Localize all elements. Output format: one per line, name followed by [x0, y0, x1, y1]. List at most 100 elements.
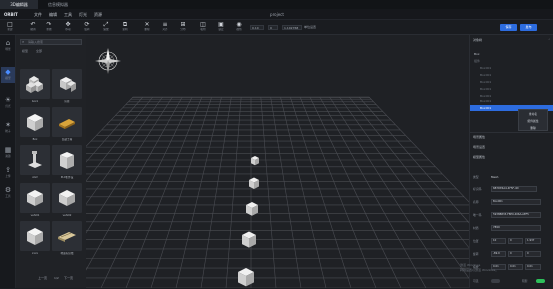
3d-viewport[interactable]	[0, 35, 552, 289]
scene-icon: ⌂	[5, 39, 11, 47]
app-logo: ORBIT	[4, 12, 18, 17]
scene-props-section[interactable]: 场景属性	[473, 135, 485, 140]
context-rename[interactable]: 重命名	[519, 112, 547, 116]
windows-watermark-line1: 激活 Windows	[460, 263, 481, 267]
wall-thumbnail	[59, 119, 75, 129]
house-thumbnail	[60, 77, 76, 92]
asset-card[interactable]: AGV	[20, 145, 50, 181]
move-button[interactable]: ✥ 移动	[61, 21, 75, 34]
offset-field[interactable]: 0	[268, 25, 278, 30]
asset-card[interactable]: Box	[20, 107, 50, 143]
strip-scene[interactable]: ⌂ 场景	[1, 38, 15, 54]
pos-z-field[interactable]: 1.937	[525, 238, 541, 244]
tree-item[interactable]: Box001	[480, 94, 491, 98]
plc-cabinet-thumbnail	[60, 152, 74, 169]
distribute-button[interactable]: ⊞ 分布	[176, 21, 190, 34]
rot-x-field[interactable]: -89.9	[491, 251, 506, 257]
box-thumbnail	[27, 228, 43, 245]
visible-toggle[interactable]	[491, 279, 500, 283]
strip-lights[interactable]: ☀ 灯光	[1, 95, 15, 111]
strip-particles[interactable]: ✶ 粒子	[1, 120, 15, 136]
menu-lights[interactable]: 灯光	[79, 11, 87, 18]
redo-button[interactable]: ↷ 重做	[42, 21, 56, 34]
menu-tools[interactable]: 工具	[64, 11, 72, 18]
new-button[interactable]: □ 新建	[3, 21, 17, 34]
rot-y-field[interactable]: 0	[508, 251, 523, 257]
align-icon: ≡	[162, 21, 168, 28]
scene-box	[238, 268, 254, 287]
strip-tools[interactable]: ⚙ 工具	[1, 185, 15, 201]
resource-icon: ▦	[4, 146, 12, 154]
guid-field[interactable]: 5938B833-F8E9-406A-AEF5	[491, 212, 541, 218]
material-select[interactable]: 7899	[491, 225, 541, 231]
align-button[interactable]: ≡ 对齐	[158, 21, 172, 34]
next-page-button[interactable]: 下一页	[64, 276, 73, 281]
asset-card[interactable]: 地面标识线	[52, 221, 82, 257]
uuid-field[interactable]: 6B7DE4A4-4F5F-4D	[491, 186, 537, 192]
menu-file[interactable]: 文件	[34, 11, 42, 18]
menu-bar: ORBIT 文件 编辑 工具 灯光 资源 project	[0, 9, 553, 20]
rot-z-field[interactable]: 0	[525, 251, 541, 257]
prop-guid-row: 唯一码 5938B833-F8E9-406A-AEF5	[470, 211, 553, 219]
menu-edit[interactable]: 编辑	[49, 11, 57, 18]
lock-icon: ▣	[218, 21, 224, 28]
subtab-model[interactable]: 模型	[22, 49, 28, 53]
scale-y-field[interactable]: 0.01	[508, 264, 523, 270]
asset-card[interactable]: 混凝土墙	[52, 107, 82, 143]
asset-card[interactable]: vehi01	[20, 183, 50, 219]
rotate-button[interactable]: ⟳ 旋转	[80, 21, 94, 34]
scene-boxes	[238, 156, 259, 287]
snap-button[interactable]: ◫ 吸附	[196, 21, 210, 34]
scene-settings-section[interactable]: 场景设置	[473, 145, 485, 150]
view-button[interactable]: ◉ 视角	[232, 21, 246, 34]
strip-resources[interactable]: ▦ 资源	[1, 145, 15, 161]
name-field[interactable]: Box001	[491, 199, 541, 205]
strip-model[interactable]: ◆ 模型	[1, 67, 15, 83]
distribute-icon: ⊞	[180, 21, 186, 28]
undo-icon: ↶	[30, 21, 36, 28]
tree-item[interactable]: Box001	[480, 80, 491, 84]
lock-button[interactable]: ▣ 锁定	[214, 21, 228, 34]
asset-card[interactable]: PLC柜外设	[52, 145, 82, 181]
asset-card[interactable]: vehi02	[52, 183, 82, 219]
context-component-props[interactable]: 组件属性	[519, 119, 547, 123]
pos-y-field[interactable]: 0	[508, 238, 523, 244]
gear-icon: ⚙	[4, 186, 12, 194]
asset-panel: ⌕ 请输入搜索 模型 全部 box1 房屋 Box 混凝土墙 AGV PLC柜外…	[16, 35, 86, 288]
shadow-toggle[interactable]	[536, 279, 545, 283]
chevron-up-icon[interactable]: ⌃	[548, 38, 551, 43]
grid-step-field[interactable]: 0.10	[250, 25, 264, 30]
model-props-section[interactable]: 模型属性	[473, 155, 485, 160]
tree-item[interactable]: Box001	[480, 73, 491, 77]
scale-field[interactable]: 1.102768	[282, 25, 302, 30]
pos-x-field[interactable]: 10	[491, 238, 506, 244]
tree-item[interactable]: Box001	[480, 66, 491, 70]
tree-root-item[interactable]: Box	[474, 52, 480, 56]
left-icon-strip: ⌂ 场景 ◆ 模型 ☀ 灯光 ✶ 粒子 ▦ 资源 ⇪ 上传 ⚙ 工具	[0, 35, 16, 288]
tree-item[interactable]: Box001	[480, 99, 491, 103]
tree-group-item[interactable]: 组件	[474, 59, 480, 63]
asset-search-input[interactable]: ⌕ 请输入搜索	[20, 39, 82, 45]
tree-item[interactable]: Box001	[480, 87, 491, 91]
context-delete[interactable]: 删除	[519, 126, 547, 130]
publish-button[interactable]: 发布	[520, 24, 537, 31]
copy-button[interactable]: ⧉ 复制	[118, 21, 132, 34]
scale-z-field[interactable]: 0.01	[525, 264, 541, 270]
delete-button[interactable]: ✕ 删除	[140, 21, 154, 34]
scale-button[interactable]: ⤢ 缩放	[99, 21, 113, 34]
menu-resources[interactable]: 资源	[94, 11, 102, 18]
tab-3d-editor[interactable]: 3D编辑器	[0, 0, 38, 9]
prop-rotation-row: 旋转 -89.9 0 0	[470, 250, 553, 258]
delete-icon: ✕	[144, 21, 150, 28]
asset-card[interactable]: box1	[20, 69, 50, 105]
undo-button[interactable]: ↶ 撤销	[26, 21, 40, 34]
asset-card[interactable]: 房屋	[52, 69, 82, 105]
new-icon: □	[7, 21, 13, 28]
save-button[interactable]: 保存	[500, 24, 517, 31]
tab-simulator[interactable]: 信息模拟器	[38, 0, 78, 9]
strip-upload[interactable]: ⇪ 上传	[1, 165, 15, 181]
prev-page-button[interactable]: 上一页	[38, 276, 47, 281]
subtab-all[interactable]: 全部	[36, 49, 42, 53]
unit-settings-label[interactable]: 单位设置	[304, 25, 316, 30]
asset-card[interactable]: xxxx	[20, 221, 50, 257]
